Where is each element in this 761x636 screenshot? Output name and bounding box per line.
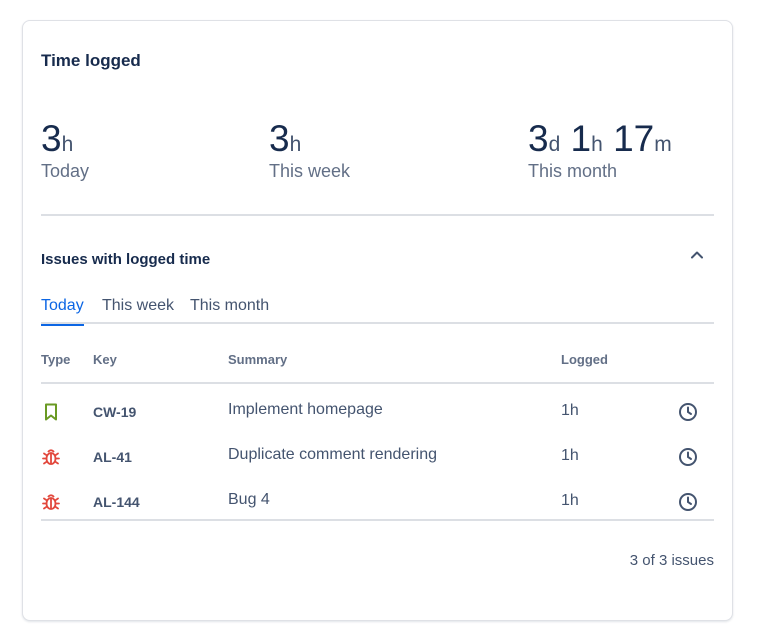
stat-week-value: 3h: [269, 119, 350, 165]
issue-summary[interactable]: Implement homepage: [228, 401, 383, 419]
stat-week-number: 3: [269, 118, 290, 159]
stat-today-label: Today: [41, 161, 90, 181]
bug-icon: [42, 494, 60, 510]
issue-key[interactable]: CW-19: [93, 404, 136, 420]
stat-month-days-unit: d: [548, 133, 561, 156]
stat-week-unit: h: [289, 133, 302, 156]
column-header-summary: Summary: [228, 352, 288, 367]
issue-summary[interactable]: Bug 4: [228, 491, 270, 509]
clock-icon[interactable]: [677, 446, 699, 468]
bug-icon: [42, 449, 60, 465]
tab-today[interactable]: Today: [41, 297, 84, 326]
stat-today: 3h Today: [41, 119, 90, 182]
stat-today-value: 3h: [41, 119, 89, 165]
column-header-logged: Logged: [561, 352, 608, 367]
table-bottom-divider: [41, 519, 714, 521]
issue-key[interactable]: AL-41: [93, 449, 132, 465]
stat-today-number: 3: [41, 118, 62, 159]
issue-count: 3 of 3 issues: [629, 552, 714, 569]
issue-key[interactable]: AL-144: [93, 494, 140, 510]
chevron-up-icon: [691, 251, 703, 259]
table-header-divider: [41, 382, 714, 384]
collapse-button[interactable]: [685, 243, 709, 267]
card-title: Time logged: [41, 51, 141, 70]
issues-section-title: Issues with logged time: [41, 251, 211, 268]
issue-summary[interactable]: Duplicate comment rendering: [228, 446, 437, 464]
stat-week-label: This week: [269, 161, 351, 181]
time-logged-card: Time logged 3h Today 3h This week 3d 1h …: [22, 20, 733, 621]
story-bookmark-icon: [45, 403, 57, 421]
stat-month-value: 3d 1h 17m: [528, 119, 672, 165]
stat-today-unit: h: [61, 133, 74, 156]
stat-month: 3d 1h 17m This month: [528, 119, 672, 182]
period-tabs: Today This week This month: [41, 297, 714, 326]
stats-divider: [41, 214, 714, 216]
stat-month-hours: 1: [570, 118, 592, 159]
stat-month-minutes: 17: [613, 118, 655, 159]
clock-icon[interactable]: [677, 401, 699, 423]
issue-logged: 1h: [561, 402, 579, 419]
column-header-type: Type: [41, 352, 71, 367]
stat-month-minutes-unit: m: [654, 133, 672, 156]
issue-logged: 1h: [561, 492, 579, 509]
issue-logged: 1h: [561, 447, 579, 464]
stat-month-hours-unit: h: [591, 133, 603, 156]
tab-this-week[interactable]: This week: [102, 297, 174, 324]
clock-icon[interactable]: [677, 491, 699, 513]
table-row: CW-19 Implement homepage 1h: [41, 396, 714, 436]
stat-month-days: 3: [528, 118, 549, 159]
column-header-key: Key: [93, 352, 117, 367]
tab-this-month[interactable]: This month: [190, 297, 269, 324]
stat-week: 3h This week: [269, 119, 351, 182]
table-row: AL-41 Duplicate comment rendering 1h: [41, 441, 714, 481]
